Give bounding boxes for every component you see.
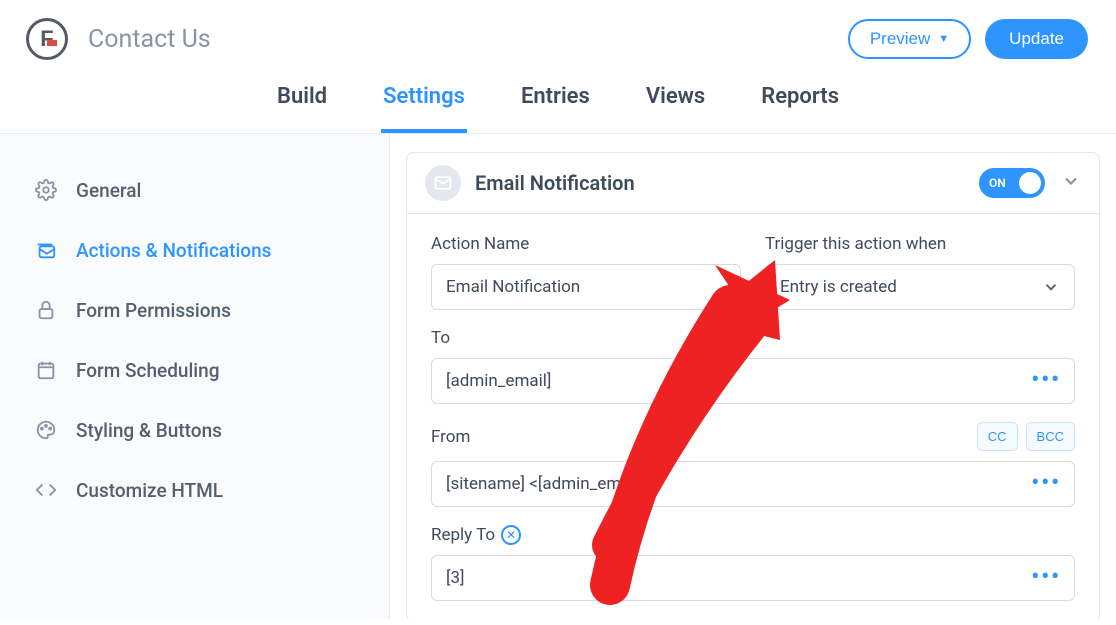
panel-header: Email Notification ON (407, 153, 1099, 214)
more-icon[interactable]: ••• (1031, 575, 1061, 582)
lock-icon (34, 298, 58, 322)
sidebar-item-styling[interactable]: Styling & Buttons (0, 400, 389, 460)
from-label: From (431, 427, 470, 447)
field-to: To ••• (431, 328, 1075, 404)
tab-build[interactable]: Build (275, 78, 329, 133)
more-icon[interactable]: ••• (1031, 481, 1061, 488)
bcc-button[interactable]: BCC (1026, 422, 1075, 451)
sidebar-item-label: Form Permissions (76, 299, 231, 322)
cc-button[interactable]: CC (977, 422, 1018, 451)
reply-to-input-wrap: ••• (431, 555, 1075, 601)
settings-sidebar: General Actions & Notifications Form Per… (0, 134, 390, 619)
from-input-wrap: ••• (431, 461, 1075, 507)
trigger-select[interactable]: Entry is created (765, 264, 1075, 310)
field-reply-to: Reply To ✕ ••• (431, 525, 1075, 601)
tab-reports[interactable]: Reports (759, 78, 841, 133)
logo-accent (47, 40, 57, 46)
sidebar-item-scheduling[interactable]: Form Scheduling (0, 340, 389, 400)
more-icon[interactable]: ••• (1031, 378, 1061, 385)
to-input-wrap: ••• (431, 358, 1075, 404)
from-input[interactable] (431, 461, 1075, 507)
main-area: General Actions & Notifications Form Per… (0, 134, 1116, 619)
field-action-name: Action Name (431, 234, 741, 310)
header-actions: Preview ▼ Update (848, 19, 1088, 59)
sidebar-item-label: Form Scheduling (76, 359, 220, 382)
to-input[interactable] (431, 358, 1075, 404)
panel-toggle[interactable]: ON (979, 168, 1045, 198)
panel-header-left: Email Notification (425, 165, 635, 201)
field-trigger: Trigger this action when Entry is create… (765, 234, 1075, 310)
sidebar-item-actions[interactable]: Actions & Notifications (0, 220, 389, 280)
trigger-label: Trigger this action when (765, 234, 1075, 254)
preview-button[interactable]: Preview ▼ (848, 19, 971, 59)
action-name-input[interactable] (431, 264, 741, 310)
action-name-label: Action Name (431, 234, 741, 254)
mail-stack-icon (34, 238, 58, 262)
tab-settings[interactable]: Settings (381, 78, 467, 133)
toggle-label: ON (989, 176, 1006, 190)
toggle-knob (1019, 172, 1041, 194)
to-label: To (431, 328, 1075, 348)
reply-to-label-row: Reply To ✕ (431, 525, 1075, 545)
app-logo: F (26, 18, 68, 60)
trigger-value: Entry is created (780, 277, 897, 297)
caret-down-icon: ▼ (938, 33, 949, 45)
preview-label: Preview (870, 29, 930, 49)
sidebar-item-label: Styling & Buttons (76, 419, 222, 442)
from-label-row: From CC BCC (431, 422, 1075, 451)
tab-entries[interactable]: Entries (519, 78, 592, 133)
palette-icon (34, 418, 58, 442)
clear-icon[interactable]: ✕ (501, 525, 521, 545)
settings-content: Email Notification ON Action Name (390, 134, 1116, 619)
panel-body: Action Name Trigger this action when Ent… (407, 214, 1099, 619)
cc-bcc-group: CC BCC (977, 422, 1075, 451)
reply-to-input[interactable] (431, 555, 1075, 601)
sidebar-item-label: Customize HTML (76, 479, 223, 502)
sidebar-item-general[interactable]: General (0, 160, 389, 220)
gear-icon (34, 178, 58, 202)
sidebar-item-label: Actions & Notifications (76, 239, 271, 262)
sidebar-item-permissions[interactable]: Form Permissions (0, 280, 389, 340)
panel-title: Email Notification (475, 171, 635, 195)
top-header: F Contact Us Preview ▼ Update (0, 0, 1116, 78)
panel-header-right: ON (979, 168, 1081, 198)
sidebar-item-customize-html[interactable]: Customize HTML (0, 460, 389, 520)
tab-views[interactable]: Views (644, 78, 707, 133)
row-name-trigger: Action Name Trigger this action when Ent… (431, 234, 1075, 310)
title-group: F Contact Us (26, 18, 211, 60)
sidebar-item-label: General (76, 179, 141, 202)
chevron-down-icon[interactable] (1061, 171, 1081, 195)
code-icon (34, 478, 58, 502)
page-title: Contact Us (88, 25, 211, 54)
reply-to-label: Reply To (431, 525, 495, 545)
main-tabs: Build Settings Entries Views Reports (0, 78, 1116, 134)
chevron-down-icon (1042, 278, 1060, 296)
mail-icon (425, 165, 461, 201)
email-notification-panel: Email Notification ON Action Name (406, 152, 1100, 619)
calendar-icon (34, 358, 58, 382)
update-button[interactable]: Update (985, 19, 1088, 59)
logo-letter: F (40, 28, 53, 50)
field-from: From CC BCC ••• (431, 422, 1075, 507)
